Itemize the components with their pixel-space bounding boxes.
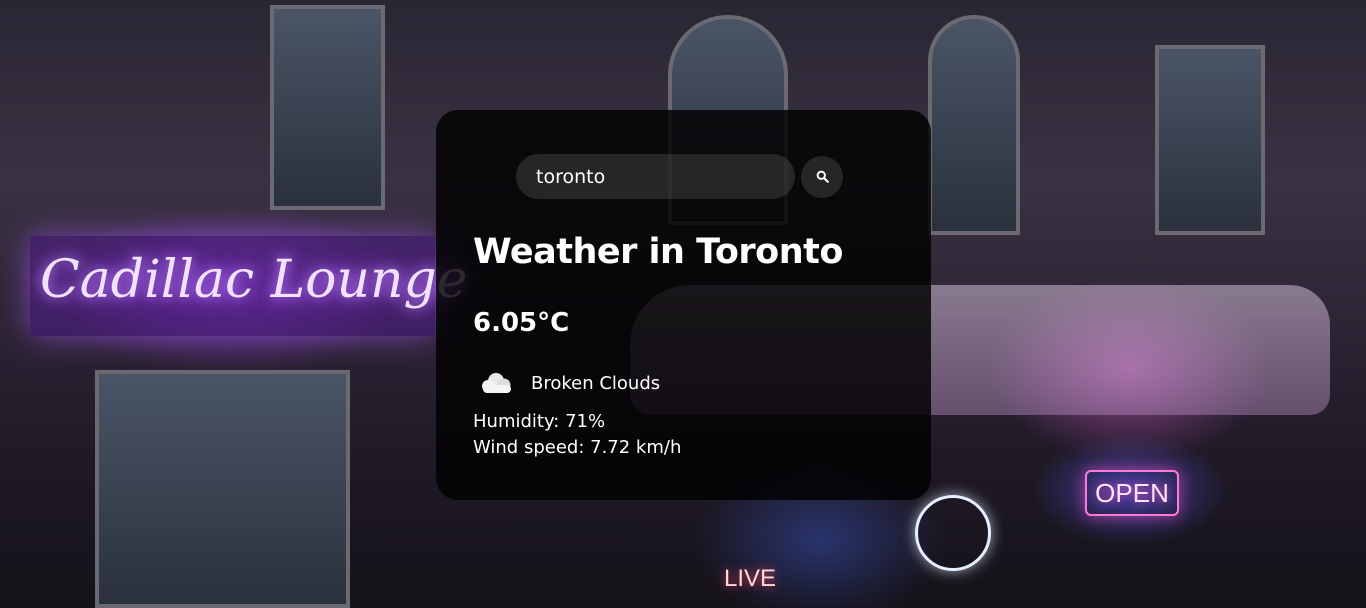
search-icon (816, 170, 829, 183)
neon-sign-text: Cadillac Lounge (40, 250, 468, 310)
temperature-value: 6.05°C (473, 308, 570, 338)
background-window (1155, 45, 1265, 235)
background-window (270, 5, 385, 210)
live-bands-sign: LIVE (723, 565, 777, 592)
cloud-icon (482, 373, 511, 393)
search-button[interactable] (801, 155, 843, 198)
background-window (95, 370, 350, 608)
wind-speed-value: Wind speed: 7.72 km/h (473, 437, 682, 458)
search-bar (516, 154, 843, 199)
humidity-value: Humidity: 71% (473, 411, 606, 432)
brewery-logo-sign (915, 495, 991, 571)
background-window (928, 15, 1020, 235)
weather-card: Weather in Toronto 6.05°C Broken Clouds … (436, 110, 931, 500)
weather-description: Broken Clouds (531, 372, 661, 394)
open-sign: OPEN (1085, 470, 1179, 516)
city-title: Weather in Toronto (473, 232, 843, 272)
search-input[interactable] (516, 154, 795, 199)
weather-condition: Broken Clouds (476, 368, 660, 398)
